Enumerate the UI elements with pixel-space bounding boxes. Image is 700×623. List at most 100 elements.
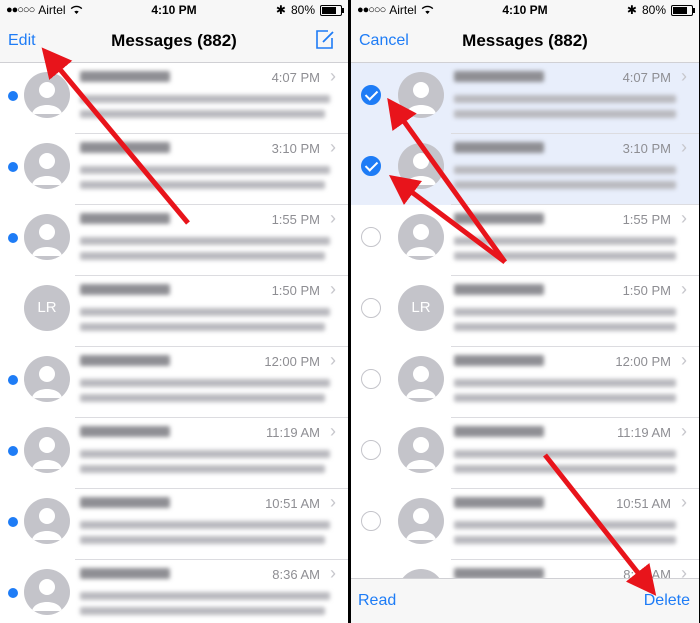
read-button[interactable]: Read <box>358 592 396 610</box>
avatar <box>398 498 444 544</box>
preview-line-blurred <box>454 166 676 174</box>
select-checkbox[interactable] <box>361 156 381 176</box>
sender-name-blurred <box>454 71 544 82</box>
person-icon <box>24 498 70 544</box>
person-icon <box>24 214 70 260</box>
preview-line-blurred <box>454 95 676 103</box>
chevron-right-icon: › <box>681 279 687 299</box>
select-checkbox[interactable] <box>361 298 381 318</box>
sender-name-blurred <box>80 284 170 295</box>
select-checkbox[interactable] <box>361 369 381 389</box>
nav-bar: Cancel Messages (882) <box>351 20 699 63</box>
preview-line-blurred <box>80 536 325 544</box>
message-row[interactable]: 12:00 PM › <box>0 347 348 418</box>
preview-line-blurred <box>454 323 676 331</box>
page-title: Messages (882) <box>462 31 588 50</box>
message-time: 3:10 PM <box>622 141 671 156</box>
message-row[interactable]: 1:55 PM › <box>351 205 699 276</box>
message-time: 4:07 PM <box>271 70 320 85</box>
message-row[interactable]: LR 1:50 PM › <box>351 276 699 347</box>
chevron-right-icon: › <box>681 66 687 86</box>
preview-line-blurred <box>80 110 325 118</box>
message-row[interactable]: 12:00 PM › <box>351 347 699 418</box>
preview-line-blurred <box>80 394 325 402</box>
message-time: 1:50 PM <box>271 283 320 298</box>
select-checkbox[interactable] <box>361 85 381 105</box>
person-icon <box>398 427 444 473</box>
compose-icon[interactable] <box>314 29 336 56</box>
avatar: LR <box>398 285 444 331</box>
preview-line-blurred <box>80 379 330 387</box>
message-time: 1:55 PM <box>622 212 671 227</box>
message-row[interactable]: 4:07 PM › <box>351 63 699 134</box>
preview-line-blurred <box>80 450 330 458</box>
message-row[interactable]: 10:51 AM › <box>351 489 699 560</box>
battery-percent: 80% <box>641 3 666 17</box>
message-row[interactable]: 8:36 AM › <box>0 560 348 623</box>
select-checkbox[interactable] <box>361 227 381 247</box>
person-icon <box>398 143 444 189</box>
sender-name-blurred <box>80 142 170 153</box>
sender-name-blurred <box>454 142 544 153</box>
preview-line-blurred <box>454 450 676 458</box>
select-checkbox[interactable] <box>361 511 381 531</box>
preview-line-blurred <box>80 592 330 600</box>
bottom-toolbar: Read Delete <box>351 578 699 623</box>
status-right: ✱ 80% <box>275 3 344 17</box>
avatar <box>398 356 444 402</box>
bluetooth-icon: ✱ <box>626 3 637 17</box>
chevron-right-icon: › <box>330 66 336 86</box>
chevron-right-icon: › <box>681 350 687 370</box>
person-icon <box>24 427 70 473</box>
bluetooth-icon: ✱ <box>275 3 286 17</box>
person-icon <box>398 72 444 118</box>
page-title: Messages (882) <box>111 31 237 50</box>
avatar <box>24 143 70 189</box>
preview-line-blurred <box>454 110 676 118</box>
battery-icon <box>671 4 695 16</box>
preview-line-blurred <box>454 252 676 260</box>
chevron-right-icon: › <box>330 137 336 157</box>
avatar <box>24 72 70 118</box>
message-row[interactable]: 11:19 AM › <box>0 418 348 489</box>
unread-dot <box>8 375 18 385</box>
message-row[interactable]: 10:51 AM › <box>0 489 348 560</box>
chevron-right-icon: › <box>330 350 336 370</box>
status-bar: ●●○○○ Airtel 4:10 PM ✱ 80% <box>351 0 699 20</box>
message-row[interactable]: 3:10 PM › <box>351 134 699 205</box>
sender-name-blurred <box>80 426 170 437</box>
select-checkbox[interactable] <box>361 440 381 460</box>
message-time: 3:10 PM <box>271 141 320 156</box>
delete-button[interactable]: Delete <box>644 592 690 610</box>
message-row[interactable]: 4:07 PM › <box>0 63 348 134</box>
avatar <box>398 427 444 473</box>
battery-percent: 80% <box>290 3 315 17</box>
person-icon <box>24 143 70 189</box>
message-row[interactable]: 1:55 PM › <box>0 205 348 276</box>
sender-name-blurred <box>80 213 170 224</box>
avatar <box>24 569 70 615</box>
unread-dot <box>8 233 18 243</box>
preview-line-blurred <box>454 536 676 544</box>
sender-name-blurred <box>454 213 544 224</box>
message-time: 12:00 PM <box>615 354 671 369</box>
unread-dot <box>8 91 18 101</box>
chevron-right-icon: › <box>681 208 687 228</box>
preview-line-blurred <box>80 465 325 473</box>
message-row[interactable]: 11:19 AM › <box>351 418 699 489</box>
person-icon <box>398 214 444 260</box>
preview-line-blurred <box>80 607 325 615</box>
avatar <box>24 427 70 473</box>
preview-line-blurred <box>80 252 325 260</box>
message-row[interactable]: LR 1:50 PM › <box>0 276 348 347</box>
preview-line-blurred <box>80 323 325 331</box>
person-icon <box>398 498 444 544</box>
chevron-right-icon: › <box>330 208 336 228</box>
preview-line-blurred <box>80 308 330 316</box>
message-row[interactable]: 3:10 PM › <box>0 134 348 205</box>
unread-dot <box>8 162 18 172</box>
preview-line-blurred <box>454 237 676 245</box>
message-time: 1:50 PM <box>622 283 671 298</box>
chevron-right-icon: › <box>330 492 336 512</box>
avatar: LR <box>24 285 70 331</box>
